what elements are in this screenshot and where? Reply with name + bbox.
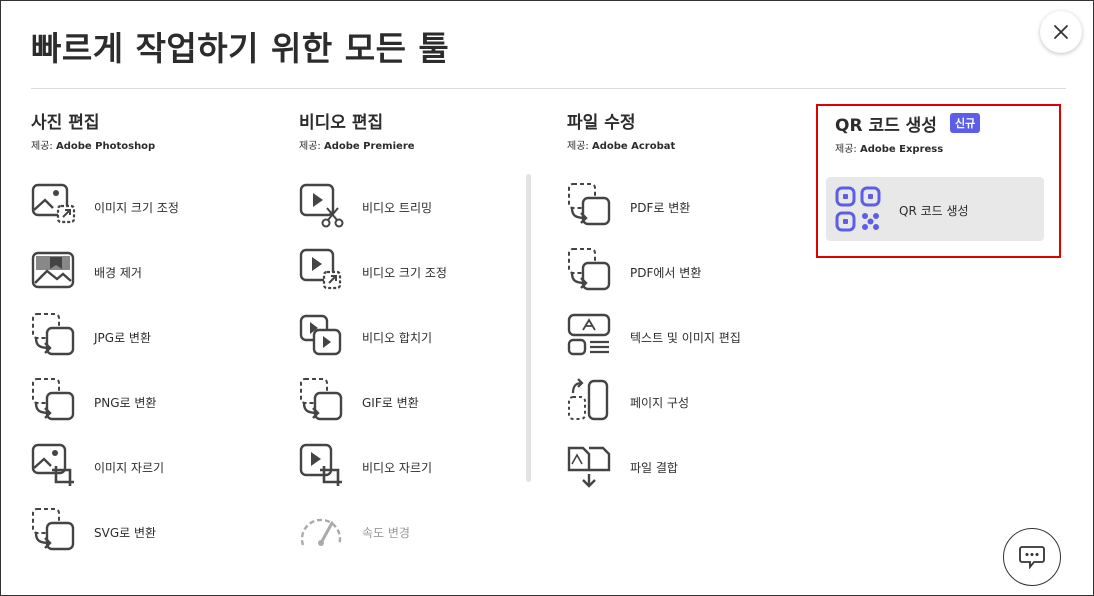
section-heading-photo: 사진 편집 [31, 113, 100, 133]
tool-video-crop[interactable]: 비디오 자르기 [298, 440, 538, 496]
convert-icon [32, 313, 75, 356]
tool-label: QR 코드 생성 [899, 204, 969, 218]
tool-label: 텍스트 및 이미지 편집 [630, 331, 741, 345]
tool-label: 배경 제거 [94, 266, 142, 280]
convert-icon [32, 378, 75, 421]
new-badge: 신규 [950, 113, 981, 133]
convert-icon [300, 378, 343, 421]
tool-video-merge[interactable]: 비디오 합치기 [298, 310, 538, 366]
section-heading-qr: QR 코드 생성 [835, 116, 937, 136]
tool-organize-pages[interactable]: 페이지 구성 [566, 375, 806, 431]
close-icon [1054, 25, 1068, 39]
convert-icon [32, 508, 75, 551]
tool-remove-background[interactable]: 배경 제거 [30, 245, 270, 301]
pdf-edit-icon [567, 313, 611, 356]
scrollbar[interactable] [526, 174, 531, 482]
tool-change-speed[interactable]: 속도 변경 [298, 505, 538, 561]
section-provider-photo: 제공: Adobe Photoshop [31, 141, 156, 152]
convert-icon [568, 183, 611, 226]
tool-label: 비디오 합치기 [362, 331, 433, 345]
video-resize-icon [299, 248, 342, 290]
tool-convert-png[interactable]: PNG로 변환 [30, 375, 270, 431]
tool-qr-code-generator[interactable]: QR 코드 생성 [826, 177, 1044, 241]
tool-label: PDF로 변환 [630, 201, 691, 215]
tool-label: SVG로 변환 [94, 526, 157, 540]
tool-edit-text-images[interactable]: 텍스트 및 이미지 편집 [566, 310, 806, 366]
section-heading-video: 비디오 편집 [299, 113, 384, 133]
tool-label: 비디오 크기 조정 [362, 266, 447, 280]
image-crop-icon [31, 443, 74, 486]
qr-code-icon [835, 186, 881, 232]
tool-label: 비디오 트리밍 [362, 201, 433, 215]
tool-label: JPG로 변환 [94, 331, 152, 345]
chat-icon [1019, 546, 1045, 569]
dialog-title: 빠르게 작업하기 위한 모든 툴 [31, 29, 450, 68]
tool-label: 파일 결합 [630, 461, 678, 475]
section-provider-file: 제공: Adobe Acrobat [567, 141, 676, 152]
close-button[interactable] [1040, 11, 1082, 53]
organize-pages-icon [568, 378, 609, 421]
section-heading-file: 파일 수정 [567, 113, 636, 133]
video-merge-icon [299, 314, 342, 356]
tool-label: PNG로 변환 [94, 396, 157, 410]
tool-convert-jpg[interactable]: JPG로 변환 [30, 310, 270, 366]
image-resize-icon [31, 183, 76, 224]
tool-image-crop[interactable]: 이미지 자르기 [30, 440, 270, 496]
tool-label: 이미지 크기 조정 [94, 201, 179, 215]
combine-files-icon [567, 446, 611, 488]
tool-label: 이미지 자르기 [94, 461, 165, 475]
speed-icon [300, 518, 342, 546]
tool-label: 속도 변경 [362, 526, 410, 540]
tool-convert-gif[interactable]: GIF로 변환 [298, 375, 538, 431]
tool-label: PDF에서 변환 [630, 266, 702, 280]
section-provider-qr: 제공: Adobe Express [835, 144, 944, 155]
divider [31, 88, 1066, 89]
video-trim-icon [299, 183, 344, 228]
tool-image-resize[interactable]: 이미지 크기 조정 [30, 180, 270, 236]
video-crop-icon [299, 443, 342, 486]
tool-combine-files[interactable]: 파일 결합 [566, 440, 806, 496]
tool-convert-to-pdf[interactable]: PDF로 변환 [566, 180, 806, 236]
remove-background-icon [31, 251, 75, 289]
tool-convert-from-pdf[interactable]: PDF에서 변환 [566, 245, 806, 301]
tool-video-trim[interactable]: 비디오 트리밍 [298, 180, 538, 236]
tool-label: 페이지 구성 [630, 396, 690, 410]
chat-button[interactable] [1003, 528, 1061, 586]
section-provider-video: 제공: Adobe Premiere [299, 141, 415, 152]
tool-label: 비디오 자르기 [362, 461, 433, 475]
convert-icon [568, 248, 611, 291]
tool-convert-svg[interactable]: SVG로 변환 [30, 505, 270, 561]
tool-label: GIF로 변환 [362, 396, 419, 410]
tool-video-resize[interactable]: 비디오 크기 조정 [298, 245, 538, 301]
